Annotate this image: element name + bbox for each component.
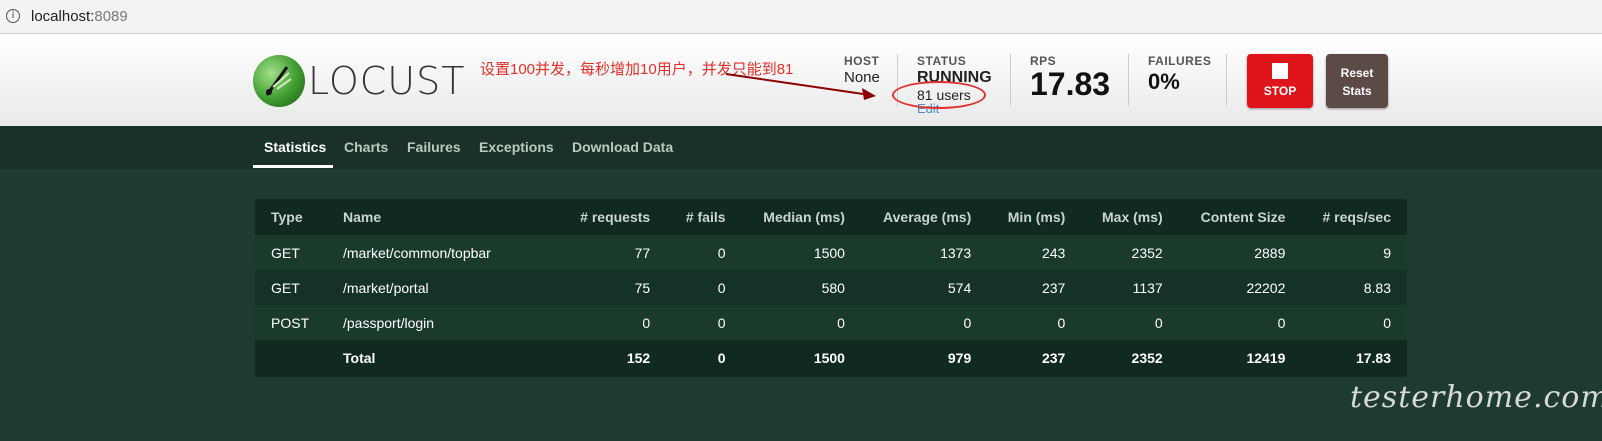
tab-download-data[interactable]: Download Data: [572, 139, 673, 155]
cell-name: Total: [327, 340, 559, 375]
cell-type: GET: [255, 235, 327, 270]
cell-name: /passport/login: [327, 305, 559, 340]
cell-type: POST: [255, 305, 327, 340]
stats-table: Type Name # requests # fails Median (ms)…: [255, 199, 1407, 375]
rps-value: 17.83: [1030, 66, 1111, 102]
cell-content-size: 0: [1178, 305, 1302, 340]
host-value: None: [844, 69, 880, 86]
cell-reqs-sec: 9: [1301, 235, 1407, 270]
col-header-requests[interactable]: # requests: [559, 199, 666, 235]
cell-average: 574: [860, 270, 988, 305]
cell-median: 580: [741, 270, 861, 305]
col-header-name[interactable]: Name: [327, 199, 559, 235]
col-header-type[interactable]: Type: [255, 199, 327, 235]
cell-requests: 152: [559, 340, 667, 375]
col-header-average[interactable]: Average (ms): [861, 199, 987, 235]
annotation-circle: [892, 81, 986, 109]
stop-button[interactable]: STOP: [1247, 54, 1313, 108]
host-label: HOST: [844, 54, 880, 68]
cell-type: [255, 340, 327, 375]
cell-content-size: 12419: [1178, 340, 1302, 375]
table-row: GET /market/common/topbar 77 0 1500 1373…: [255, 235, 1407, 270]
watermark: testerhome.com: [1350, 380, 1602, 415]
failures-stat: FAILURES 0%: [1148, 54, 1211, 95]
address-bar[interactable]: i localhost:8089: [0, 0, 1602, 34]
url-host: localhost:: [31, 8, 95, 25]
cell-name: /market/common/topbar: [327, 235, 559, 270]
cell-max: 1137: [1081, 270, 1179, 305]
cell-max: 2352: [1081, 340, 1179, 375]
cell-name: /market/portal: [327, 270, 559, 305]
cell-max: 2352: [1081, 235, 1179, 270]
cell-fails: 0: [666, 235, 742, 270]
cell-requests: 0: [559, 305, 667, 340]
active-tab-indicator: [253, 165, 333, 168]
cell-max: 0: [1081, 305, 1179, 340]
cell-content-size: 2889: [1178, 235, 1302, 270]
cell-reqs-sec: 17.83: [1301, 340, 1407, 375]
stop-label: STOP: [1263, 84, 1297, 98]
table-total-row: Total 152 0 1500 979 237 2352 12419 17.8…: [255, 340, 1407, 375]
tab-bar: Statistics Charts Failures Exceptions Do…: [0, 126, 1602, 169]
cell-median: 1500: [741, 235, 861, 270]
cell-fails: 0: [666, 340, 742, 375]
url-port: 8089: [94, 8, 128, 25]
reset-label-2: Stats: [1342, 84, 1372, 98]
divider: [1010, 54, 1011, 106]
url-text[interactable]: localhost:8089: [31, 8, 128, 25]
cell-content-size: 22202: [1178, 270, 1302, 305]
cell-median: 0: [741, 305, 861, 340]
annotation-text: 设置100并发，每秒增加10用户，并发只能到81: [480, 61, 794, 78]
tab-charts[interactable]: Charts: [344, 139, 388, 155]
cell-reqs-sec: 0: [1301, 305, 1407, 340]
cell-reqs-sec: 8.83: [1301, 270, 1407, 305]
table-header-row: Type Name # requests # fails Median (ms)…: [255, 199, 1407, 235]
divider: [1226, 54, 1227, 106]
status-label: STATUS: [917, 54, 967, 68]
failures-label: FAILURES: [1148, 54, 1212, 68]
cell-type: GET: [255, 270, 327, 305]
host-stat: HOST None: [844, 54, 880, 86]
logo-text: LOCUST: [308, 59, 466, 103]
col-header-fails[interactable]: # fails: [666, 199, 741, 235]
table-row: POST /passport/login 0 0 0 0 0 0 0 0: [255, 305, 1407, 340]
cell-min: 237: [987, 270, 1082, 305]
info-icon[interactable]: i: [6, 9, 20, 23]
stats-table-container: Type Name # requests # fails Median (ms)…: [255, 199, 1407, 377]
divider: [1128, 54, 1129, 106]
cell-median: 1500: [741, 340, 861, 375]
col-header-content-size[interactable]: Content Size: [1179, 199, 1302, 235]
cell-average: 1373: [860, 235, 988, 270]
cell-requests: 77: [559, 235, 667, 270]
cell-requests: 75: [559, 270, 667, 305]
locust-logo-icon: [253, 55, 305, 107]
col-header-median[interactable]: Median (ms): [742, 199, 861, 235]
cell-fails: 0: [666, 270, 742, 305]
reset-stats-button[interactable]: Reset Stats: [1326, 54, 1388, 108]
col-header-max[interactable]: Max (ms): [1081, 199, 1178, 235]
cell-min: 0: [987, 305, 1082, 340]
tab-exceptions[interactable]: Exceptions: [479, 139, 554, 155]
cell-min: 243: [987, 235, 1082, 270]
cell-average: 0: [860, 305, 988, 340]
col-header-min[interactable]: Min (ms): [987, 199, 1081, 235]
stop-icon: [1272, 63, 1288, 79]
failures-value: 0%: [1148, 69, 1180, 94]
cell-min: 237: [987, 340, 1082, 375]
col-header-reqs-sec[interactable]: # reqs/sec: [1301, 199, 1407, 235]
cell-fails: 0: [666, 305, 742, 340]
tab-failures[interactable]: Failures: [407, 139, 461, 155]
table-row: GET /market/portal 75 0 580 574 237 1137…: [255, 270, 1407, 305]
cell-average: 979: [860, 340, 988, 375]
rps-stat: RPS 17.83: [1030, 54, 1110, 103]
reset-label-1: Reset: [1340, 66, 1374, 80]
tab-statistics[interactable]: Statistics: [264, 139, 326, 155]
locust-header: LOCUST 设置100并发，每秒增加10用户，并发只能到81 HOST Non…: [0, 34, 1602, 127]
